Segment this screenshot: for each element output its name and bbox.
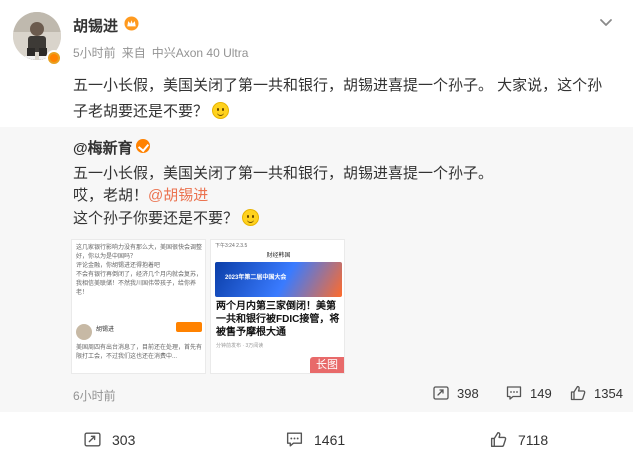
thumbs-up-icon [490, 431, 507, 448]
forward-count: 303 [112, 431, 136, 448]
image1-follow-tag [176, 322, 202, 332]
image2-sub: 分钟前发布 · 3万阅读 [216, 343, 264, 349]
post-text: 五一小长假，美国关闭了第一共和银行，胡锡进喜提一个孙子。 大家说，这个孙子老胡要… [73, 73, 613, 125]
repost-text-prefix: 哎，老胡！ [73, 187, 149, 204]
mention-link[interactable]: @胡锡进 [148, 187, 208, 204]
repost-like-count: 1354 [594, 385, 623, 401]
author-name[interactable]: 胡锡进 [73, 15, 118, 36]
verified-badge-icon [136, 139, 150, 153]
repost-image-2[interactable]: 下午3:24 2.3.5 财经韩国 2023年第二届中国大会 两个月内第三家倒闭… [210, 239, 345, 374]
comment-icon [506, 386, 522, 400]
image2-status-bar: 下午3:24 2.3.5 [215, 243, 248, 249]
image1-caption: 这几家银行影响力没有那么大，美国很快会调整好，你以为是中国吗？ 评论金融，你胡锡… [76, 245, 203, 296]
image1-body: 美国周四有出台消息了，目前还在处理，首先有限打工会，不过我们这也还在消费中... [76, 345, 203, 360]
repost-like-button[interactable]: 1354 [569, 382, 623, 404]
forward-button[interactable]: 303 [83, 430, 135, 449]
comment-count: 1461 [314, 431, 346, 448]
image1-avatar [76, 324, 92, 340]
comment-icon [286, 432, 303, 447]
post-text-content: 五一小长假，美国关闭了第一共和银行，胡锡进喜提一个孙子。 大家说，这个孙子老胡要… [73, 77, 603, 120]
repost-text-line2: 哎，老胡！@胡锡进 [73, 184, 208, 205]
repost-author[interactable]: @梅新育 [73, 137, 133, 158]
repost-card[interactable]: @梅新育 五一小长假，美国关闭了第一共和银行，胡锡进喜提一个孙子。 哎，老胡！@… [0, 127, 633, 412]
weibo-post: 胡锡进 5小时前 来自 中兴Axon 40 Ultra 五一小长假，美国关闭了第一共… [0, 0, 633, 460]
repost-forward-count: 398 [457, 385, 479, 401]
post-footer-toolbar: 303 1461 7118 [0, 412, 633, 460]
image2-title: 财经韩国 [266, 253, 291, 259]
image2-banner: 2023年第二届中国大会 [215, 262, 342, 297]
repost-comment-button[interactable]: 149 [505, 382, 552, 404]
repost-forward-button[interactable]: 398 [432, 382, 479, 404]
verified-badge-icon [46, 50, 62, 66]
like-button[interactable]: 7118 [489, 430, 548, 449]
image2-banner-text: 2023年第二届中国大会 [225, 275, 287, 281]
comment-button[interactable]: 1461 [285, 430, 345, 449]
repost-time[interactable]: 6小时前 [73, 387, 116, 404]
smile-emoji-icon [212, 102, 230, 119]
image2-headline: 两个月内第三家倒闭！美第一共和银行被FDIC接管，将被售予摩根大通 [216, 301, 340, 338]
repost-text-line3-content: 这个孙子你要还是不要？ [73, 210, 239, 227]
thumbs-up-icon [570, 385, 586, 401]
repost-comment-count: 149 [530, 385, 552, 401]
vip-crown-icon [124, 16, 139, 31]
smile-emoji-icon [242, 209, 260, 226]
repost-text-line1: 五一小长假，美国关闭了第一共和银行，胡锡进喜提一个孙子。 [73, 165, 494, 182]
chevron-down-icon[interactable] [598, 14, 614, 30]
source-prefix: 来自 [121, 46, 146, 60]
repost-text-line3: 这个孙子你要还是不要？ [73, 207, 260, 228]
repost-image-1[interactable]: 这几家银行影响力没有那么大，美国很快会调整好，你以为是中国吗？ 评论金融，你胡锡… [71, 239, 206, 374]
post-meta: 5小时前 来自 中兴Axon 40 Ultra [73, 44, 254, 61]
forward-icon [84, 432, 101, 447]
post-time[interactable]: 5小时前 [73, 46, 116, 60]
source-device: 中兴Axon 40 Ultra [151, 46, 249, 60]
like-count: 7118 [518, 431, 549, 448]
image1-name: 胡锡进 [96, 327, 115, 333]
forward-icon [433, 386, 449, 400]
long-image-tag: 长图 [310, 357, 344, 373]
